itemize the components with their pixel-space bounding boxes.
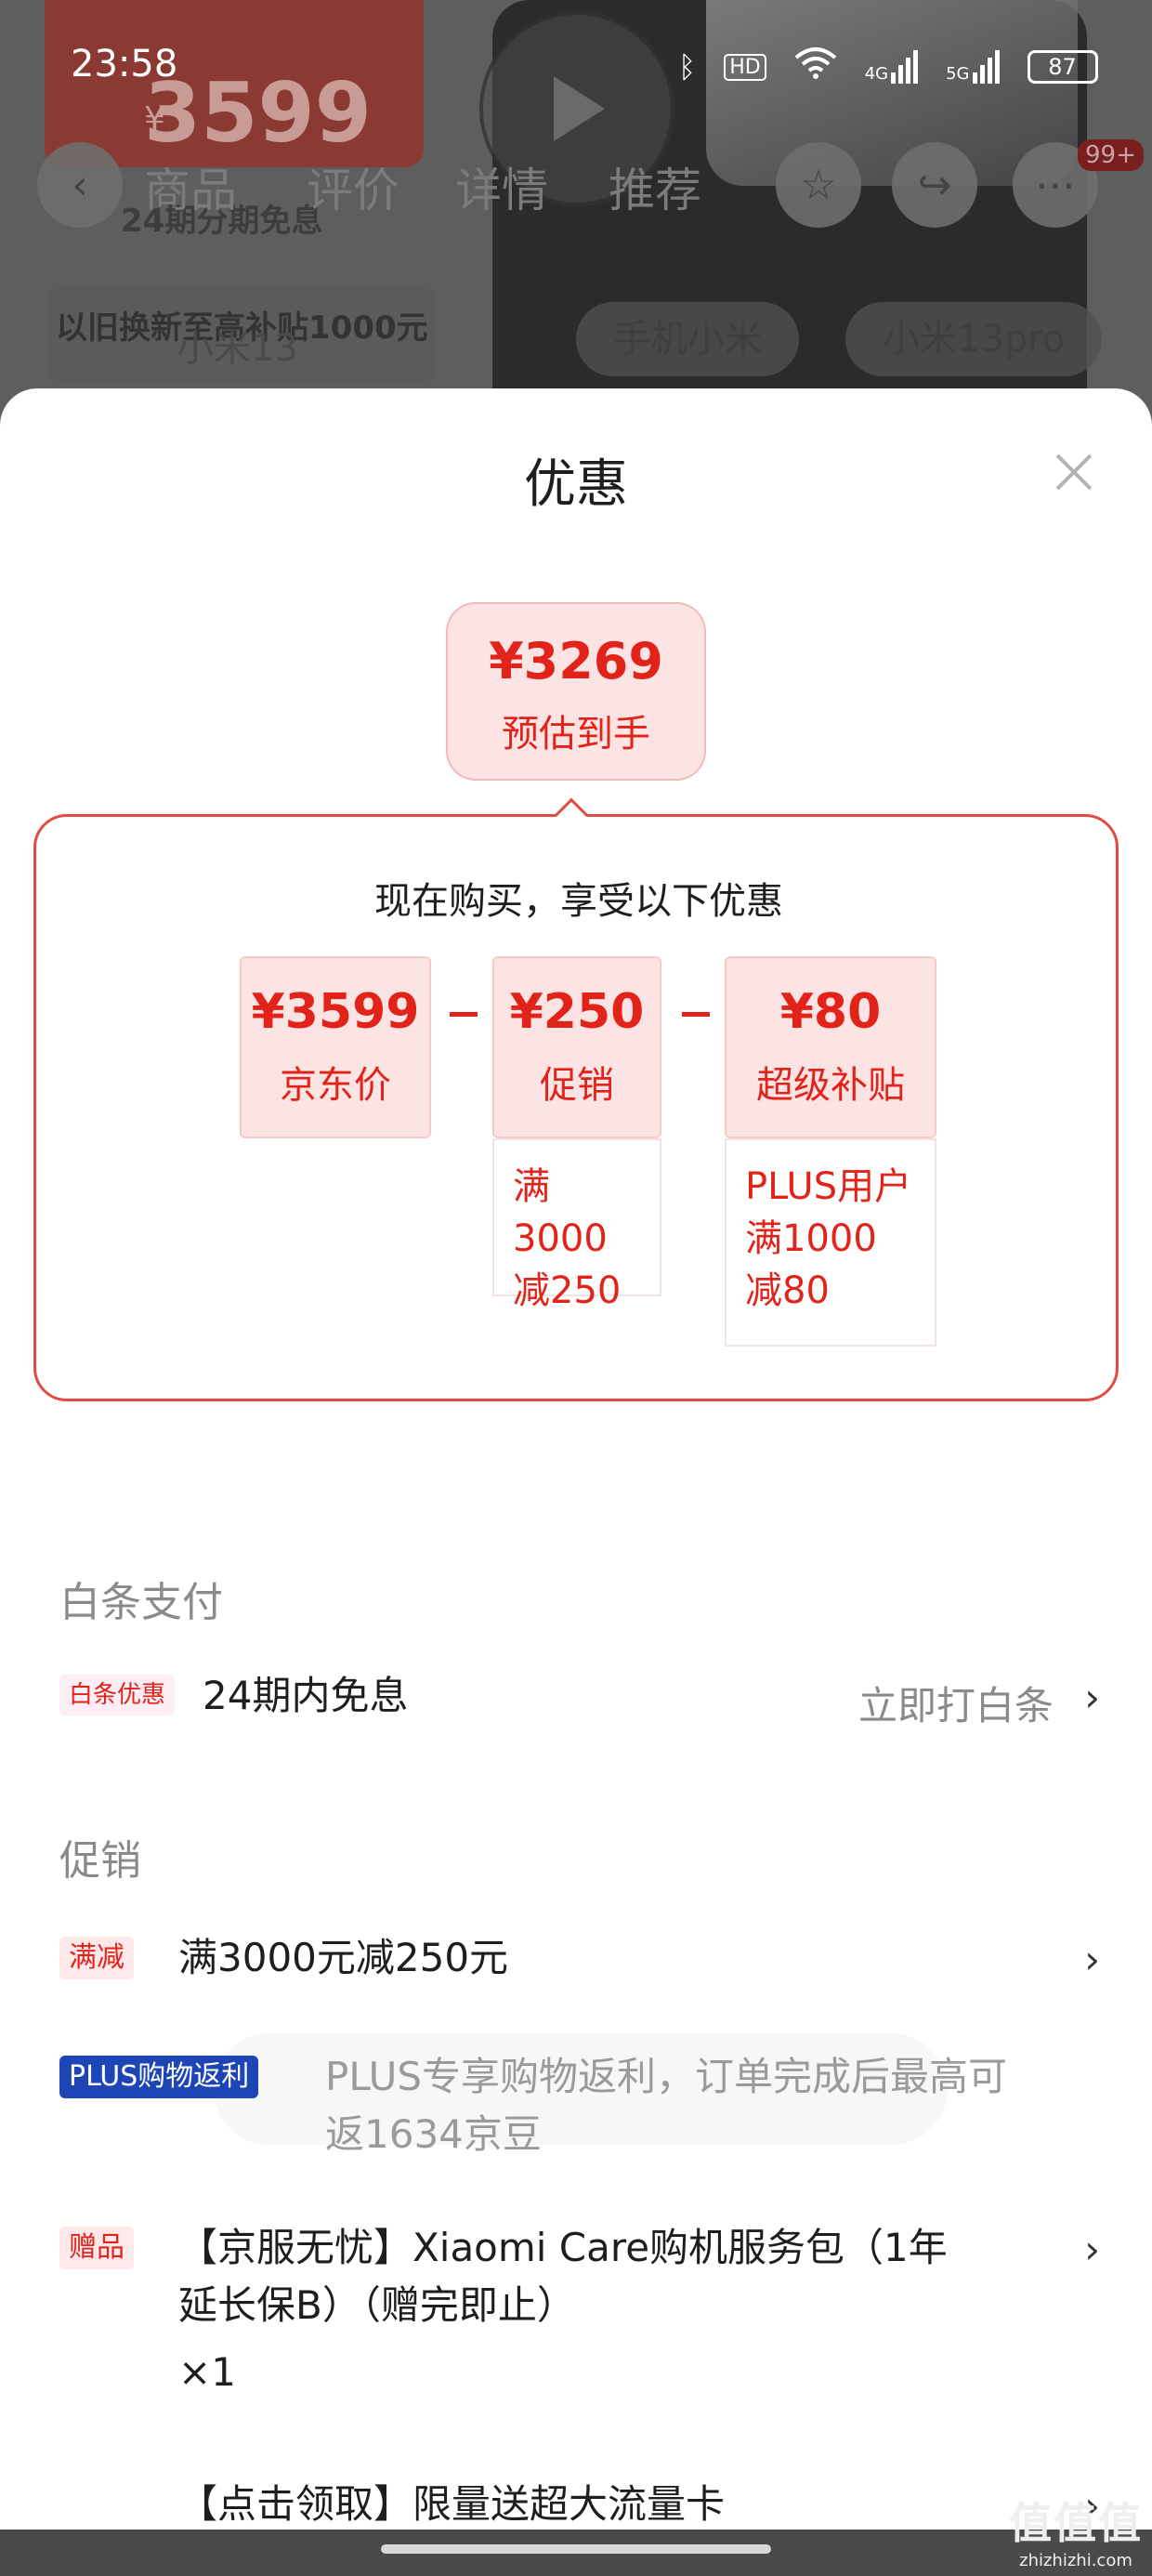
gift-tag: 赠品 [59,2227,134,2269]
network-type: 5G [946,64,970,84]
gift-line: 【京服无忧】Xiaomi Care购机服务包（1年 [178,2225,948,2270]
hd-icon: HD [724,53,766,81]
message-badge: 99+ [1078,139,1144,171]
plus-rebate-line: 返1634京豆 [325,2111,542,2157]
breakdown-heading: 现在购买，享受以下优惠 [374,880,783,923]
section-title-baitiao: 白条支付 [59,1579,223,1626]
plus-rebate-text: PLUS专享购物返利，订单完成后最高可 返1634京豆 [325,2048,1106,2163]
status-icons: ᛒ HD 4G 5G 87 [678,46,1098,87]
home-indicator[interactable] [381,2544,771,2554]
status-time: 23:58 [71,43,178,85]
estimated-price-bubble: ¥3269 预估到手 [446,602,706,781]
gift-line: 延长保B）（赠完即止） [178,2282,576,2328]
promotion-label: 促销 [540,1064,614,1107]
subsidy-note-line: 减80 [745,1269,830,1312]
gift-text: 【京服无忧】Xiaomi Care购机服务包（1年 延长保B）（赠完即止） ×1 [178,2219,1042,2401]
watermark-url: zhizhizhi.com [1019,2551,1132,2570]
discount-breakdown: 现在购买，享受以下优惠 ¥3599 京东价 ¥250 促销 满3000 减250… [33,814,1119,1401]
chevron-right-icon: › [1084,2227,1100,2272]
promotion-box: ¥250 促销 [492,956,661,1138]
network-type: 4G [864,64,889,84]
close-icon[interactable] [1048,446,1100,498]
back-button[interactable]: ‹ [37,142,123,228]
promotion-note: 满3000 减250 [492,1138,661,1312]
super-subsidy-box: ¥80 超级补贴 [725,956,936,1138]
tab-product[interactable]: 商品 [144,153,237,220]
tab-reviews[interactable]: 评价 [307,153,399,220]
subsidy-note-line: 满1000 [745,1217,877,1260]
promo-row-gift[interactable]: 赠品 【京服无忧】Xiaomi Care购机服务包（1年 延长保B）（赠完即止）… [59,2225,1100,2422]
watermark-mark: 值值值 [1009,2498,1143,2548]
tab-details[interactable]: 详情 [455,153,548,220]
discount-tag: 满减 [59,1937,134,1979]
super-subsidy-amount: ¥80 [779,984,882,1040]
estimated-price-label: 预估到手 [502,713,650,756]
bluetooth-icon: ᛒ [678,49,697,85]
promotion-note-line: 满3000 [513,1165,608,1260]
watermark: 值值值 zhizhizhi.com [1009,2490,1143,2570]
product-tabs: ‹ 商品 评价 详情 推荐 ☆ ↪ ⋯ [0,142,1152,237]
section-title-promo: 促销 [59,1837,141,1885]
search-chip[interactable]: 小米13pro [845,302,1103,376]
promotion-amount: ¥250 [509,984,645,1040]
share-icon: ↪ [917,161,952,209]
search-chip[interactable]: 手机小米 [576,302,799,376]
baitiao-action[interactable]: 立即打白条 [858,1675,1054,1731]
signal-4g-icon: 4G [864,50,919,84]
minus-sign [682,1012,710,1017]
discount-sheet: 优惠 ¥3269 预估到手 现在购买，享受以下优惠 ¥3599 京东价 ¥250… [0,388,1152,2576]
chevron-right-icon: › [1084,1937,1100,1982]
promotion-note-line: 减250 [513,1269,622,1312]
jd-price-box: ¥3599 京东价 [240,956,431,1138]
search-query: 小米13 [177,327,298,370]
star-icon: ☆ [800,161,837,209]
super-subsidy-note: PLUS用户 满1000 减80 [725,1138,936,1347]
data-card-text: 【点击领取】限量送超大流量卡 [178,2481,726,2527]
plus-rebate-line: PLUS专享购物返利，订单完成后最高可 [325,2054,1008,2099]
favorite-button[interactable]: ☆ [776,142,861,228]
chevron-right-icon: › [1084,1675,1100,1720]
promo-row-discount[interactable]: 满减 满3000元减250元 › [59,1935,1100,2002]
gift-qty: ×1 [178,2349,236,2395]
estimated-price: ¥3269 [489,632,663,690]
battery-icon: 87 [1027,50,1098,84]
baitiao-tag: 白条优惠 [59,1675,176,1715]
discount-text: 满3000元减250元 [178,1935,509,1980]
jd-price-amount: ¥3599 [251,984,420,1040]
plus-rebate-tag: PLUS购物返利 [59,2056,259,2098]
more-icon: ⋯ [1035,161,1076,209]
subsidy-note-line: PLUS用户 [745,1165,912,1208]
chevron-left-icon: ‹ [72,161,88,209]
wifi-icon [794,46,837,87]
tab-recommend[interactable]: 推荐 [609,153,701,220]
minus-sign [450,1012,478,1017]
baitiao-text: 24期内免息 [203,1673,409,1718]
share-button[interactable]: ↪ [892,142,977,228]
signal-5g-icon: 5G [946,50,1000,84]
sheet-title: 优惠 [524,454,628,515]
baitiao-row[interactable]: 白条优惠 24期内免息 立即打白条 › [59,1673,1100,1731]
jd-price-label: 京东价 [280,1064,391,1107]
status-bar: 23:58 ᛒ HD 4G 5G 87 [0,0,1152,139]
promo-row-plus-rebate[interactable]: PLUS购物返利 PLUS专享购物返利，订单完成后最高可 返1634京豆 [59,2054,1100,2176]
super-subsidy-label: 超级补贴 [756,1064,905,1107]
